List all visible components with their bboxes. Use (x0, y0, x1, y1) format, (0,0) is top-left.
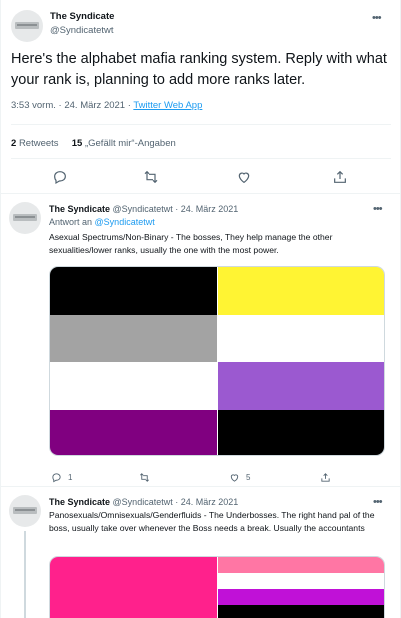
divider (11, 158, 391, 159)
reply-image[interactable] (49, 266, 385, 456)
asexual-flag (50, 267, 217, 455)
tweet-source-link[interactable]: Twitter Web App (133, 100, 202, 111)
reply-date[interactable]: 24. März 2021 (181, 497, 239, 507)
share-icon (321, 472, 330, 482)
reply-author-name[interactable]: The Syndicate (49, 204, 110, 214)
pansexual-flag-stripe (50, 610, 217, 618)
reply-share-button[interactable] (320, 470, 337, 484)
divider (11, 124, 391, 125)
asexual-flag-stripe (50, 362, 217, 410)
nonbinary-flag-stripe (218, 409, 384, 455)
reply-action-bar: 1 5 (49, 470, 385, 484)
author-handle[interactable]: @Syndicatetwt (50, 25, 114, 36)
asexual-flag-stripe (50, 314, 217, 362)
asexual-flag-stripe (50, 267, 217, 315)
retweet-icon[interactable] (140, 166, 162, 188)
tweet-time[interactable]: 3:53 vorm. (11, 100, 56, 111)
nonbinary-flag-stripe (218, 362, 384, 410)
tweet-text: Here's the alphabet mafia ranking system… (11, 51, 387, 88)
reply-tweet[interactable]: The Syndicate @Syndicatetwt · 24. März 2… (1, 487, 401, 618)
reply-date[interactable]: 24. März 2021 (181, 204, 239, 214)
more-options-icon[interactable]: ••• (372, 13, 382, 24)
thread-line (24, 531, 26, 618)
likes-stat[interactable]: 15 „Gefällt mir“-Angaben (72, 138, 176, 149)
reply-retweet-button[interactable] (139, 470, 156, 484)
genderfluid-flag-stripe (218, 589, 384, 605)
reply-author-handle[interactable]: @Syndicatetwt (113, 497, 173, 507)
nonbinary-flag (218, 267, 384, 455)
asexual-flag-stripe (50, 409, 217, 455)
reply-reply-button[interactable]: 1 (51, 470, 72, 484)
author-name[interactable]: The Syndicate (50, 11, 114, 22)
genderfluid-flag-stripe (218, 573, 384, 589)
reply-text: Asexual Spectrums/Non-Binary - The bosse… (49, 232, 333, 255)
more-options-icon[interactable]: ••• (373, 204, 383, 215)
reply-text: Panosexuals/Omnisexuals/Genderfluids - T… (49, 510, 375, 533)
tweet-thread-column: The Syndicate @Syndicatetwt ••• Here's t… (0, 0, 401, 618)
like-icon (230, 473, 239, 482)
genderfluid-flag (218, 557, 384, 618)
replying-to-link[interactable]: @Syndicatetwt (95, 217, 155, 227)
genderfluid-flag-stripe (218, 605, 384, 618)
genderfluid-flag-stripe (218, 557, 384, 573)
reply-header: The Syndicate @Syndicatetwt · 24. März 2… (49, 497, 239, 507)
reply-icon[interactable] (49, 166, 71, 188)
tweet-meta: 3:53 vorm. · 24. März 2021 · Twitter Web… (11, 100, 203, 111)
pansexual-flag (50, 557, 217, 618)
tweet-date[interactable]: 24. März 2021 (64, 100, 125, 111)
reply-icon (52, 472, 61, 482)
tweet-action-bar (11, 166, 391, 188)
like-icon[interactable] (233, 166, 255, 188)
reply-image[interactable] (49, 556, 385, 618)
reply-like-button[interactable]: 5 (229, 470, 250, 484)
share-icon[interactable] (329, 166, 351, 188)
reply-tweet[interactable]: The Syndicate @Syndicatetwt · 24. März 2… (1, 194, 401, 486)
like-count: 5 (246, 472, 251, 482)
pansexual-flag-stripe (50, 583, 217, 611)
nonbinary-flag-stripe (218, 267, 384, 315)
nonbinary-flag-stripe (218, 314, 384, 362)
pansexual-flag-stripe (50, 557, 217, 584)
retweet-icon (140, 472, 149, 482)
reply-author-avatar[interactable] (9, 202, 41, 234)
retweets-stat[interactable]: 2 Retweets (11, 138, 59, 149)
reply-count: 1 (68, 472, 73, 482)
more-options-icon[interactable]: ••• (373, 497, 383, 508)
reply-header: The Syndicate @Syndicatetwt · 24. März 2… (49, 204, 239, 214)
reply-author-handle[interactable]: @Syndicatetwt (113, 204, 173, 214)
tweet-stats: 2 Retweets 15 „Gefällt mir“-Angaben (11, 138, 176, 149)
reply-author-name[interactable]: The Syndicate (49, 497, 110, 507)
reply-author-avatar[interactable] (9, 495, 41, 527)
author-avatar[interactable] (11, 10, 43, 42)
replying-to: Antwort an @Syndicatetwt (49, 217, 155, 227)
